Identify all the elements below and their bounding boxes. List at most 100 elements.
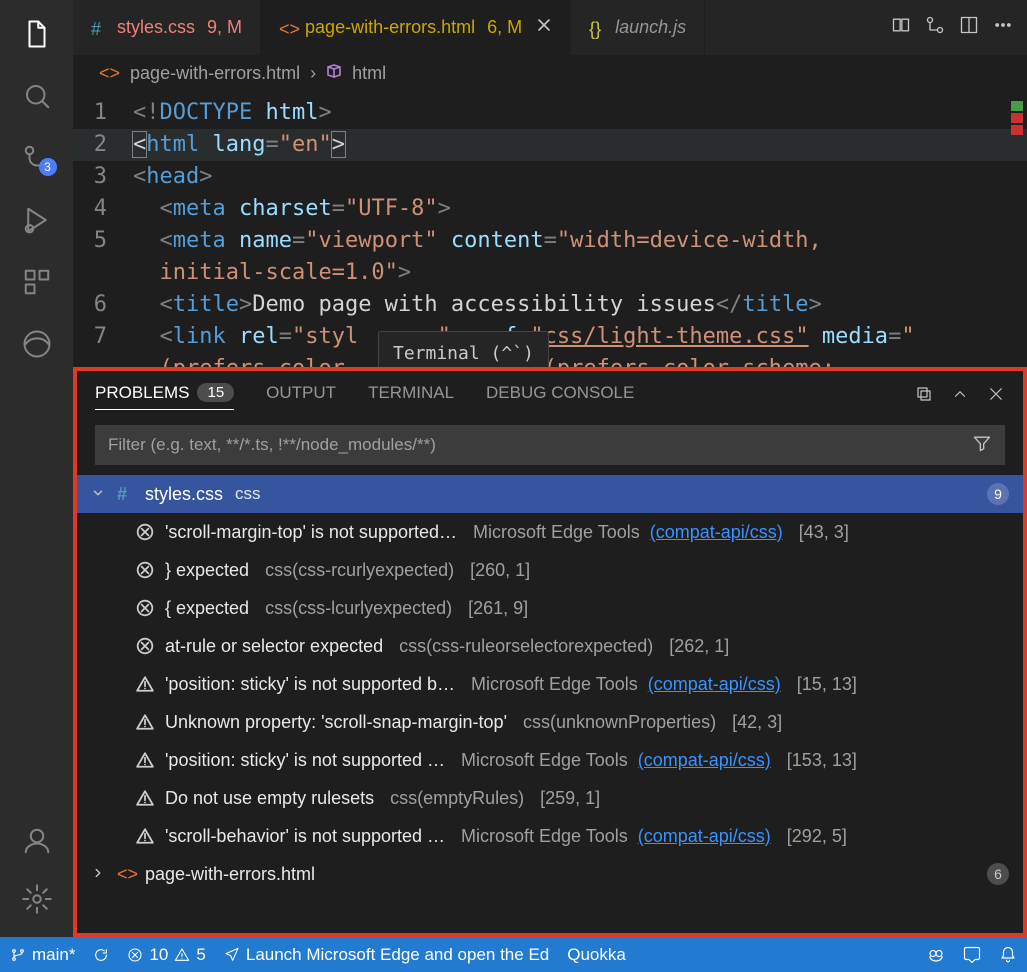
problem-row[interactable]: Unknown property: 'scroll-snap-margin-to… xyxy=(77,703,1023,741)
code-content: <html lang="en"> xyxy=(133,129,345,161)
problem-link[interactable]: (compat-api/css) xyxy=(638,826,771,847)
source-control-icon[interactable]: 3 xyxy=(13,134,61,182)
status-branch[interactable]: main* xyxy=(10,945,75,965)
panel-tab-label: PROBLEMS xyxy=(95,383,189,403)
problem-link[interactable]: (compat-api/css) xyxy=(650,522,783,543)
status-bell-icon[interactable] xyxy=(999,946,1017,964)
line-number: 1 xyxy=(73,97,133,129)
more-actions-icon[interactable] xyxy=(993,15,1013,40)
quokka-label: Quokka xyxy=(567,945,626,965)
problem-row[interactable]: 'position: sticky' is not supported … Mic… xyxy=(77,741,1023,779)
status-copilot-icon[interactable] xyxy=(927,946,945,964)
problem-row[interactable]: Do not use empty rulesetscss(emptyRules)… xyxy=(77,779,1023,817)
code-line[interactable]: 6 <title>Demo page with accessibility is… xyxy=(73,289,1027,321)
code-line[interactable]: initial-scale=1.0"> xyxy=(73,257,1027,289)
collapse-all-icon[interactable] xyxy=(915,385,933,408)
line-number xyxy=(73,257,133,289)
problem-message: 'scroll-margin-top' is not supported… xyxy=(165,522,457,543)
compare-changes-icon[interactable] xyxy=(891,15,911,40)
status-quokka[interactable]: Quokka xyxy=(567,945,626,965)
problem-location: [42, 3] xyxy=(732,712,782,733)
problem-source: css(emptyRules) xyxy=(390,788,524,809)
file-problem-count: 9 xyxy=(987,483,1009,505)
code-line[interactable]: 4 <meta charset="UTF-8"> xyxy=(73,193,1027,225)
code-line[interactable]: 2<html lang="en"> xyxy=(73,129,1027,161)
edge-icon[interactable] xyxy=(13,320,61,368)
line-number: 6 xyxy=(73,289,133,321)
problems-list[interactable]: #styles.csscss9'scroll-margin-top' is no… xyxy=(77,475,1023,933)
panel-tab-label: DEBUG CONSOLE xyxy=(486,383,634,403)
filter-icon[interactable] xyxy=(960,433,1004,458)
status-launch-edge[interactable]: Launch Microsoft Edge and open the Ed xyxy=(224,945,549,965)
status-errors-warnings[interactable]: 10 5 xyxy=(127,945,205,965)
problem-link[interactable]: (compat-api/css) xyxy=(638,750,771,771)
branch-name: main* xyxy=(32,945,75,965)
chevron-right-icon: › xyxy=(310,63,316,84)
error-icon xyxy=(135,636,155,656)
warning-icon xyxy=(135,674,155,694)
tab-terminal[interactable]: TERMINAL xyxy=(368,383,454,409)
error-count: 10 xyxy=(149,945,168,965)
problem-source: Microsoft Edge Tools xyxy=(473,522,640,543)
tab-page-with-errors-html[interactable]: <> page-with-errors.html 6, M xyxy=(261,0,571,55)
problem-row[interactable]: at-rule or selector expectedcss(css-rule… xyxy=(77,627,1023,665)
problem-link[interactable]: (compat-api/css) xyxy=(648,674,781,695)
file-name: styles.css xyxy=(145,484,223,505)
hover-tooltip: Terminal (^`) xyxy=(378,331,549,367)
close-icon[interactable] xyxy=(536,17,552,38)
problem-location: [260, 1] xyxy=(470,560,530,581)
tab-problems[interactable]: PROBLEMS 15 xyxy=(95,383,234,410)
status-bar: main* 10 5 Launch Microsoft Edge and ope… xyxy=(0,937,1027,972)
warning-icon xyxy=(135,788,155,808)
code-line[interactable]: 1<!DOCTYPE html> xyxy=(73,97,1027,129)
tab-launch-js[interactable]: {} launch.js xyxy=(571,0,705,55)
html-file-icon: <> xyxy=(279,19,297,37)
error-icon xyxy=(135,560,155,580)
close-panel-icon[interactable] xyxy=(987,385,1005,408)
split-editor-icon[interactable] xyxy=(959,15,979,40)
code-line[interactable]: 3<head> xyxy=(73,161,1027,193)
problem-source: Microsoft Edge Tools xyxy=(461,750,628,771)
tab-output[interactable]: OUTPUT xyxy=(266,383,336,409)
problem-file-group[interactable]: <>page-with-errors.html6 xyxy=(77,855,1023,893)
explorer-icon[interactable] xyxy=(13,10,61,58)
code-editor[interactable]: 1<!DOCTYPE html>2<html lang="en">3<head>… xyxy=(73,91,1027,367)
extensions-icon[interactable] xyxy=(13,258,61,306)
settings-gear-icon[interactable] xyxy=(13,875,61,923)
open-changes-icon[interactable] xyxy=(925,15,945,40)
code-line[interactable]: (prefers-color ), (prefers-color-scheme: xyxy=(73,353,1027,367)
panel-tab-label: TERMINAL xyxy=(368,383,454,403)
filter-row xyxy=(95,425,1005,465)
maximize-panel-icon[interactable] xyxy=(951,385,969,408)
code-line[interactable]: 7 <link rel="styl " f="css/light-theme.c… xyxy=(73,321,1027,353)
problem-row[interactable]: 'position: sticky' is not supported b…Mi… xyxy=(77,665,1023,703)
warning-count: 5 xyxy=(196,945,205,965)
problem-row[interactable]: 'scroll-margin-top' is not supported… Mic… xyxy=(77,513,1023,551)
code-line[interactable]: 5 <meta name="viewport" content="width=d… xyxy=(73,225,1027,257)
search-icon[interactable] xyxy=(13,72,61,120)
tab-debug-console[interactable]: DEBUG CONSOLE xyxy=(486,383,634,409)
problem-row[interactable]: 'scroll-behavior' is not supported …Micr… xyxy=(77,817,1023,855)
problem-location: [15, 13] xyxy=(797,674,857,695)
code-content: <title>Demo page with accessibility issu… xyxy=(133,289,822,321)
status-feedback-icon[interactable] xyxy=(963,946,981,964)
problem-row[interactable]: { expectedcss(css-lcurlyexpected)[261, 9… xyxy=(77,589,1023,627)
chevron-icon xyxy=(91,484,107,505)
activity-bar: 3 xyxy=(0,0,73,937)
problem-file-group[interactable]: #styles.csscss9 xyxy=(77,475,1023,513)
code-content: <!DOCTYPE html> xyxy=(133,97,332,129)
panel-tab-label: OUTPUT xyxy=(266,383,336,403)
problem-message: 'position: sticky' is not supported … xyxy=(165,750,445,771)
problem-message: Unknown property: 'scroll-snap-margin-to… xyxy=(165,712,507,733)
problems-panel: PROBLEMS 15 OUTPUT TERMINAL DEBUG CONSOL… xyxy=(73,367,1027,937)
account-icon[interactable] xyxy=(13,817,61,865)
tab-styles-css[interactable]: # styles.css 9, M xyxy=(73,0,261,55)
breadcrumb[interactable]: <> page-with-errors.html › html xyxy=(73,55,1027,91)
minimap[interactable] xyxy=(1011,101,1027,137)
filter-input[interactable] xyxy=(96,435,960,455)
status-sync[interactable] xyxy=(93,947,109,963)
run-debug-icon[interactable] xyxy=(13,196,61,244)
problem-message: at-rule or selector expected xyxy=(165,636,383,657)
file-lang: css xyxy=(235,484,261,504)
problem-row[interactable]: } expectedcss(css-rcurlyexpected)[260, 1… xyxy=(77,551,1023,589)
